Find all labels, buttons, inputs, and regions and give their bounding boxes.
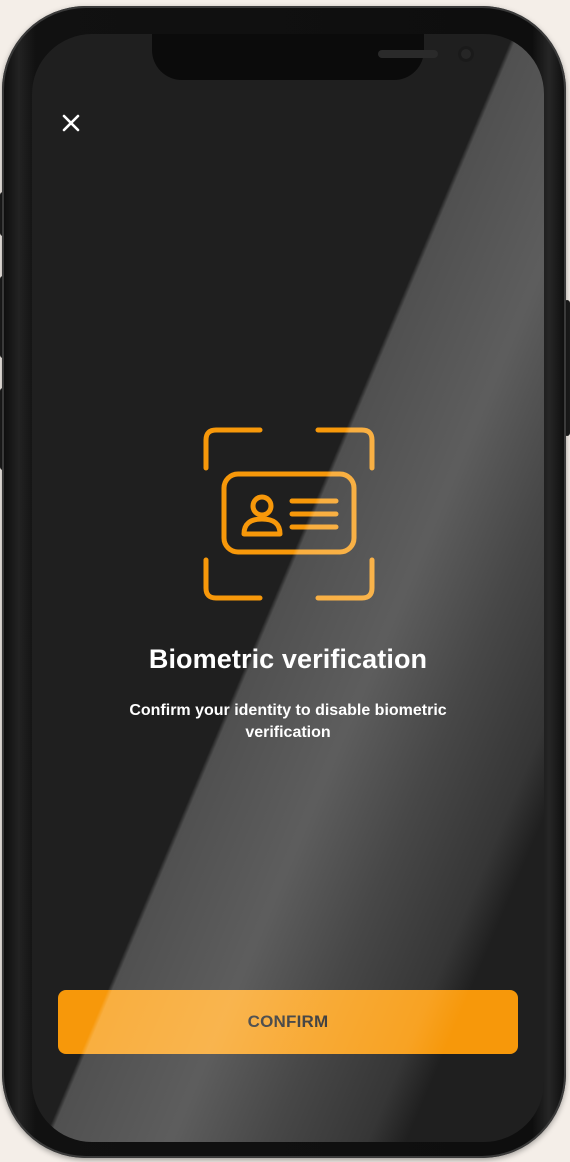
speaker <box>378 50 438 58</box>
id-card-scan-icon <box>200 426 378 602</box>
front-camera <box>458 46 474 62</box>
confirm-button[interactable]: CONFIRM <box>58 990 518 1054</box>
phone-frame: Biometric verification Confirm your iden… <box>2 6 566 1158</box>
page-title: Biometric verification <box>148 644 428 674</box>
close-button[interactable] <box>56 108 86 138</box>
close-icon <box>62 114 80 132</box>
device-mockup: Biometric verification Confirm your iden… <box>0 0 570 1162</box>
notch <box>152 34 474 80</box>
app-screen: Biometric verification Confirm your iden… <box>32 34 544 1142</box>
page-subtitle: Confirm your identity to disable biometr… <box>129 702 447 741</box>
